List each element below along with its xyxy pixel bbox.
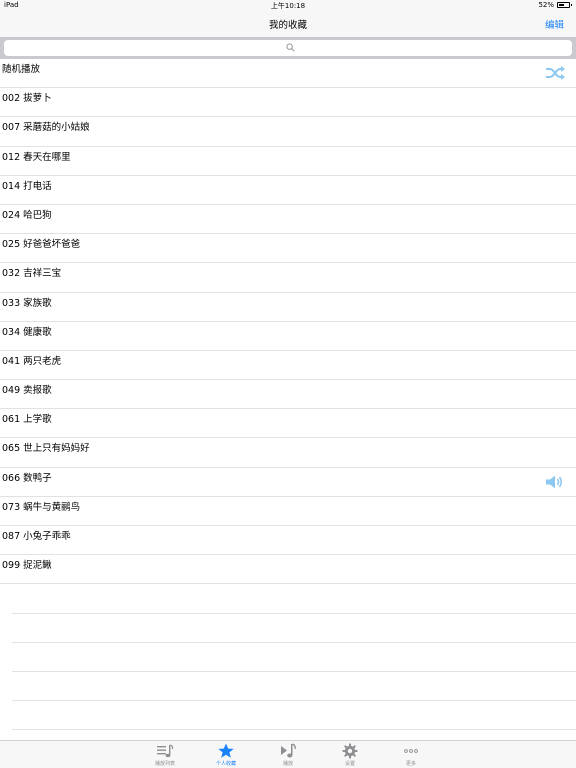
favorites-list: 随机播放 002 拔萝卜 007 采蘑菇的小姑娘 012 春天在哪里 014 打电话 0…	[0, 59, 576, 731]
list-item[interactable]: 099 捉泥鳅	[0, 555, 576, 585]
empty-row	[12, 672, 576, 702]
song-title: 049 卖报歌	[2, 385, 52, 397]
list-item[interactable]: 066 数鸭子	[0, 468, 576, 497]
gear-icon	[342, 743, 358, 759]
list-item[interactable]: 007 采蘑菇的小姑娘	[0, 117, 576, 147]
status-time: 上午10:18	[270, 2, 306, 10]
shuffle-label: 随机播放	[2, 64, 41, 75]
list-item[interactable]: 002 拔萝卜	[0, 88, 576, 118]
empty-row	[12, 614, 576, 643]
tab-label: 更多	[405, 761, 416, 767]
song-title: 041 两只老虎	[2, 355, 62, 367]
battery-percent: 52%	[538, 1, 554, 9]
shuffle-row[interactable]: 随机播放	[0, 59, 576, 89]
song-title: 034 健康歌	[2, 326, 52, 338]
search-icon	[286, 43, 295, 52]
song-title: 099 捉泥鳅	[2, 560, 52, 572]
song-rows: 002 拔萝卜 007 采蘑菇的小姑娘 012 春天在哪里 014 打电话 024 哈巴…	[0, 88, 576, 585]
list-item[interactable]: 041 两只老虎	[0, 351, 576, 381]
list-item[interactable]: 073 蜗牛与黄鹂鸟	[0, 497, 576, 526]
list-item[interactable]: 024 哈巴狗	[0, 205, 576, 235]
battery-indicator: 52%	[538, 1, 572, 9]
empty-row	[12, 643, 576, 672]
star-icon	[218, 743, 234, 758]
song-title: 033 家族歌	[2, 297, 52, 309]
tab-more[interactable]: 更多	[391, 742, 431, 768]
empty-row	[12, 701, 576, 731]
edit-button[interactable]: 编辑	[545, 17, 564, 31]
song-title: 025 好爸爸坏爸爸	[2, 239, 81, 251]
battery-fill	[559, 4, 565, 6]
page-title: 我的收藏	[268, 20, 307, 31]
music-note-icon	[281, 743, 296, 758]
song-title: 002 拔萝卜	[2, 93, 52, 105]
song-title: 012 春天在哪里	[2, 151, 71, 163]
empty-row	[12, 584, 576, 614]
speaker-icon	[546, 475, 563, 489]
battery-icon	[557, 2, 572, 8]
list-item[interactable]: 025 好爸爸坏爸爸	[0, 234, 576, 264]
list-item[interactable]: 014 打电话	[0, 176, 576, 205]
tab-settings[interactable]: 设置	[330, 742, 370, 768]
tab-label: 个人收藏	[215, 761, 236, 767]
song-title: 073 蜗牛与黄鹂鸟	[2, 501, 81, 513]
list-item[interactable]: 034 健康歌	[0, 322, 576, 351]
tab-label: 播放	[282, 761, 293, 767]
tab-favorites[interactable]: 个人收藏	[206, 742, 246, 768]
list-item[interactable]: 012 春天在哪里	[0, 147, 576, 176]
list-item[interactable]: 065 世上只有妈妈好	[0, 438, 576, 468]
search-input[interactable]	[4, 40, 572, 56]
list-item[interactable]: 061 上学歌	[0, 409, 576, 439]
list-item[interactable]: 032 吉祥三宝	[0, 263, 576, 293]
list-item[interactable]: 033 家族歌	[0, 293, 576, 322]
tab-label: 设置	[344, 761, 355, 767]
playlist-icon	[157, 744, 174, 758]
more-icon	[404, 749, 418, 753]
tab-bar: 播放列表 个人收藏 播放 设置 更多	[0, 740, 576, 768]
search-bar	[0, 37, 576, 59]
song-title: 032 吉祥三宝	[2, 268, 62, 280]
tab-label: 播放列表	[154, 761, 175, 767]
empty-rows	[0, 584, 576, 731]
status-bar: iPad 上午10:18 52%	[0, 0, 576, 11]
tab-playlist[interactable]: 播放列表	[145, 742, 185, 768]
song-title: 065 世上只有妈妈好	[2, 443, 90, 455]
shuffle-icon[interactable]	[544, 65, 566, 81]
song-title: 014 打电话	[2, 180, 52, 192]
song-title: 087 小兔子乖乖	[2, 531, 71, 542]
list-item[interactable]: 049 卖报歌	[0, 380, 576, 410]
song-title: 007 采蘑菇的小姑娘	[2, 122, 90, 134]
song-title: 061 上学歌	[2, 414, 52, 426]
song-title: 024 哈巴狗	[2, 209, 52, 221]
song-title: 066 数鸭子	[2, 472, 52, 484]
list-item[interactable]: 087 小兔子乖乖	[0, 526, 576, 556]
tab-play[interactable]: 播放	[268, 742, 308, 768]
navigation-bar: 我的收藏 编辑	[0, 11, 576, 37]
